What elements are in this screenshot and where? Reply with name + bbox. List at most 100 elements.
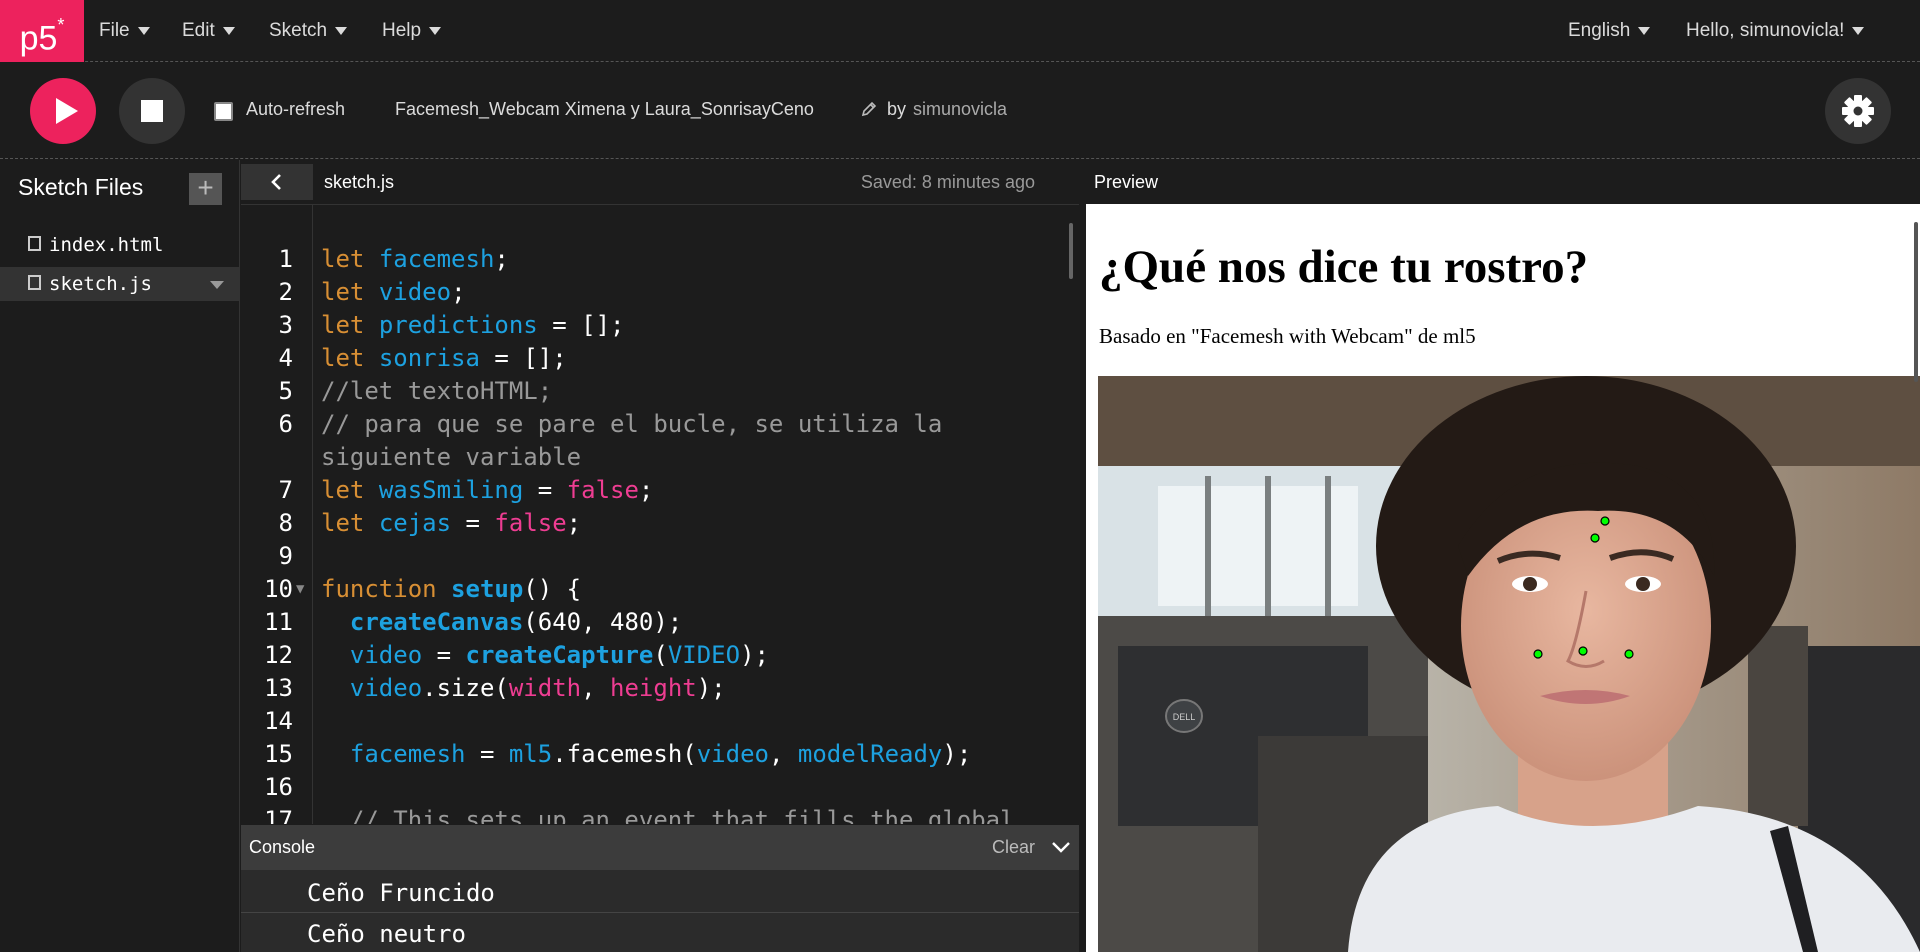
console-title: Console	[249, 837, 316, 857]
top-nav: p5* File Edit Sketch Help English Hello,…	[0, 0, 1920, 62]
user-menu[interactable]: Hello, simunovicla!	[1686, 0, 1865, 62]
code-text: let video;	[321, 278, 466, 306]
preview-heading: ¿Qué nos dice tu rostro?	[1099, 241, 1589, 293]
code-line: 17 // This sets up an event that fills t…	[241, 804, 1079, 824]
file-item-index-html[interactable]: index.html	[0, 228, 240, 262]
chevron-down-icon	[222, 26, 235, 35]
stop-button[interactable]	[119, 78, 185, 144]
code-lines: 1 let facemesh; 2 let video; 3 let predicti…	[241, 243, 1079, 824]
file-icon	[28, 275, 41, 290]
chevron-down-icon	[137, 26, 150, 35]
code-line: 12 video = createCapture(VIDEO);	[241, 639, 1079, 672]
console-message: Ceño Fruncido	[241, 873, 1079, 913]
code-line: 4 let sonrisa = [];	[241, 342, 1079, 375]
pencil-icon[interactable]	[860, 100, 878, 118]
preview-frame[interactable]: ¿Qué nos dice tu rostro? Basado en "Face…	[1086, 204, 1920, 952]
code-text: function setup() {	[321, 575, 582, 603]
chevron-left-icon	[271, 174, 281, 190]
menu-file-label: File	[99, 20, 130, 41]
menu-sketch[interactable]: Sketch	[269, 0, 348, 62]
settings-button[interactable]	[1825, 78, 1891, 144]
stop-icon	[141, 100, 163, 122]
console-message: Ceño neutro	[241, 914, 1079, 952]
code-text: createCanvas(640, 480);	[349, 608, 683, 636]
webcam-canvas: DELL	[1098, 376, 1920, 952]
auto-refresh-label: Auto-refresh	[246, 99, 346, 119]
code-text: // para que se pare el bucle, se utiliza…	[321, 410, 943, 471]
file-options-chevron-icon[interactable]	[210, 281, 224, 289]
landmark-point	[1578, 646, 1588, 656]
code-line: 15 facemesh = ml5.facemesh(video, modelR…	[241, 738, 1079, 771]
play-icon	[56, 98, 78, 124]
file-name: sketch.js	[49, 273, 152, 295]
code-line: 3 let predictions = [];	[241, 309, 1079, 342]
preview-title: Preview	[1094, 172, 1159, 192]
code-text: let facemesh;	[321, 245, 509, 273]
editor-header: sketch.js Saved: 8 minutes ago	[241, 160, 1079, 204]
landmark-point	[1600, 516, 1610, 526]
code-line: 8 let cejas = false;	[241, 507, 1079, 540]
landmark-point	[1533, 649, 1543, 659]
code-line: 5//let textoHTML;	[241, 375, 1079, 408]
menu-sketch-label: Sketch	[269, 20, 328, 41]
chevron-down-icon[interactable]	[1051, 839, 1071, 855]
logo-text: p5	[19, 19, 58, 58]
sketch-name[interactable]: Facemesh_Webcam Ximena y Laura_SonrisayC…	[395, 99, 814, 120]
user-greeting: Hello, simunovicla!	[1686, 20, 1845, 41]
menu-file[interactable]: File	[99, 0, 150, 62]
code-line: 14	[241, 705, 1079, 738]
file-item-sketch-js[interactable]: sketch.js	[0, 267, 240, 301]
code-line: 7 let wasSmiling = false;	[241, 474, 1079, 507]
code-text: // This sets up an event that fills the …	[321, 806, 1015, 824]
code-text: let sonrisa = [];	[321, 344, 567, 372]
editor-tab-filename: sketch.js	[324, 172, 395, 192]
language-menu[interactable]: English	[1568, 0, 1651, 62]
code-line: 9	[241, 540, 1079, 573]
toolbar: Auto-refresh Facemesh_Webcam Ximena y La…	[0, 62, 1920, 159]
code-line: 10 ▼ function setup() {	[241, 573, 1079, 606]
collapse-sidebar-button[interactable]	[241, 164, 313, 200]
code-text: video.size(width, height);	[349, 674, 726, 702]
menu-help-label: Help	[382, 20, 422, 41]
chevron-down-icon	[429, 26, 442, 35]
code-text: let cejas = false;	[321, 509, 582, 537]
menu-edit-label: Edit	[182, 20, 215, 41]
plus-icon: +	[197, 172, 214, 203]
console-clear-button[interactable]: Clear	[992, 837, 1035, 858]
auto-refresh-checkbox[interactable]	[214, 102, 233, 121]
code-line: 13 video.size(width, height);	[241, 672, 1079, 705]
sidebar-title: Sketch Files	[18, 174, 144, 200]
landmark-point	[1590, 533, 1600, 543]
gear-icon	[1842, 95, 1874, 127]
line-gutter	[241, 205, 313, 824]
code-line: 16	[241, 771, 1079, 804]
p5-logo[interactable]: p5*	[0, 0, 84, 62]
code-text: video = createCapture(VIDEO);	[349, 641, 769, 669]
chevron-down-icon	[1638, 26, 1651, 35]
code-text: let predictions = [];	[321, 311, 625, 339]
code-text: //let textoHTML;	[321, 377, 553, 405]
by-label: by	[887, 99, 907, 119]
console-header: Console Clear	[241, 825, 1079, 870]
author-link[interactable]: simunovicla	[913, 99, 1007, 120]
code-line: 6// para que se pare el bucle, se utiliz…	[241, 408, 1079, 474]
menu-edit[interactable]: Edit	[182, 0, 235, 62]
chevron-down-icon	[335, 26, 348, 35]
webcam-image: DELL	[1098, 376, 1920, 952]
play-button[interactable]	[30, 78, 96, 144]
add-file-button[interactable]: +	[189, 173, 222, 205]
code-editor[interactable]: 1 let facemesh; 2 let video; 3 let predicti…	[241, 204, 1079, 824]
menu-help[interactable]: Help	[382, 0, 442, 62]
chevron-down-icon	[1852, 26, 1865, 35]
preview-header: Preview	[1080, 160, 1920, 204]
preview-subtitle: Basado en "Facemesh with Webcam" de ml5	[1099, 324, 1476, 348]
monitor-brand: DELL	[1173, 712, 1196, 722]
landmark-point	[1624, 649, 1634, 659]
code-text: let wasSmiling = false;	[321, 476, 654, 504]
language-label: English	[1568, 20, 1631, 41]
console-panel: Console Clear Ceño Fruncido Ceño neutro	[241, 825, 1079, 952]
code-line: 11 createCanvas(640, 480);	[241, 606, 1079, 639]
code-text: facemesh = ml5.facemesh(video, modelRead…	[349, 740, 972, 768]
editor-scrollbar[interactable]	[1069, 223, 1073, 279]
preview-scrollbar[interactable]	[1914, 222, 1918, 382]
